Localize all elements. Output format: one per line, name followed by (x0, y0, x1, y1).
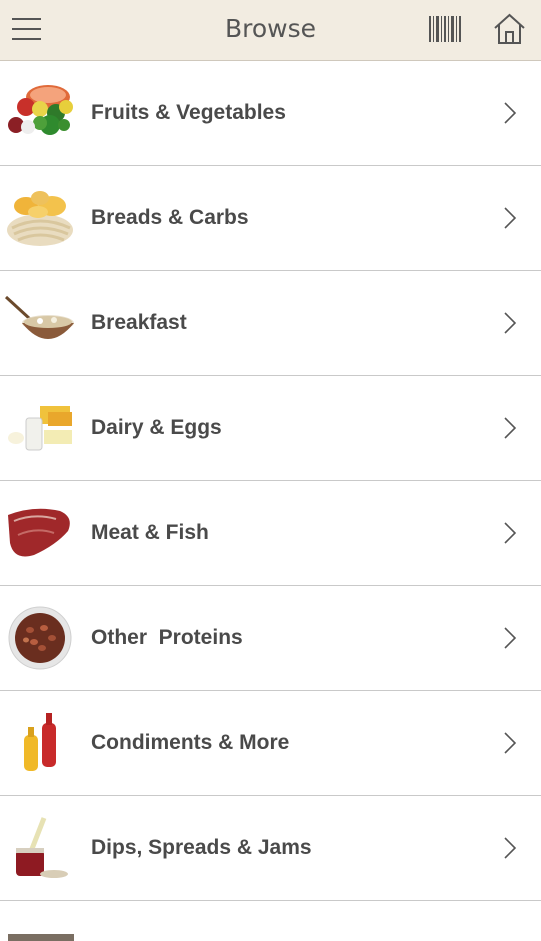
category-row-meat-fish[interactable]: Meat & Fish (0, 481, 541, 586)
category-row-dairy-eggs[interactable]: Dairy & Eggs (0, 376, 541, 481)
fruits-vegetables-image (4, 79, 76, 147)
breakfast-bowl-image (4, 289, 76, 357)
condiment-bottles-image (4, 709, 76, 777)
category-row-breads-carbs[interactable]: Breads & Carbs (0, 166, 541, 271)
partial-category-image (4, 929, 76, 941)
dairy-eggs-image (4, 394, 76, 462)
category-label: Dips, Spreads & Jams (91, 836, 312, 859)
home-icon[interactable] (492, 12, 527, 46)
category-row-condiments[interactable]: Condiments & More (0, 691, 541, 796)
category-row-other-proteins[interactable]: Other Proteins (0, 586, 541, 691)
category-label: Dairy & Eggs (91, 416, 222, 439)
chevron-right-icon (503, 416, 517, 440)
chevron-right-icon (503, 731, 517, 755)
chevron-right-icon (503, 836, 517, 860)
chevron-right-icon (503, 626, 517, 650)
chevron-right-icon (503, 521, 517, 545)
chevron-right-icon (503, 311, 517, 335)
category-label: Fruits & Vegetables (91, 101, 286, 124)
category-label: Breads & Carbs (91, 206, 249, 229)
app-header: Browse (0, 0, 541, 61)
jam-jar-image (4, 814, 76, 882)
category-row-breakfast[interactable]: Breakfast (0, 271, 541, 376)
category-label: Condiments & More (91, 731, 290, 754)
category-row-fruits-vegetables[interactable]: Fruits & Vegetables (0, 61, 541, 166)
category-label: Meat & Fish (91, 521, 209, 544)
beans-bowl-image (4, 604, 76, 672)
breads-carbs-image (4, 184, 76, 252)
steak-image (4, 499, 76, 567)
chevron-right-icon (503, 101, 517, 125)
category-list: Fruits & Vegetables Breads & Carbs Break… (0, 61, 541, 941)
category-row-partial[interactable] (0, 901, 541, 941)
chevron-right-icon (503, 206, 517, 230)
barcode-icon[interactable] (428, 14, 462, 44)
category-row-dips-spreads-jams[interactable]: Dips, Spreads & Jams (0, 796, 541, 901)
category-label: Breakfast (91, 311, 187, 334)
category-label: Other Proteins (91, 626, 243, 649)
